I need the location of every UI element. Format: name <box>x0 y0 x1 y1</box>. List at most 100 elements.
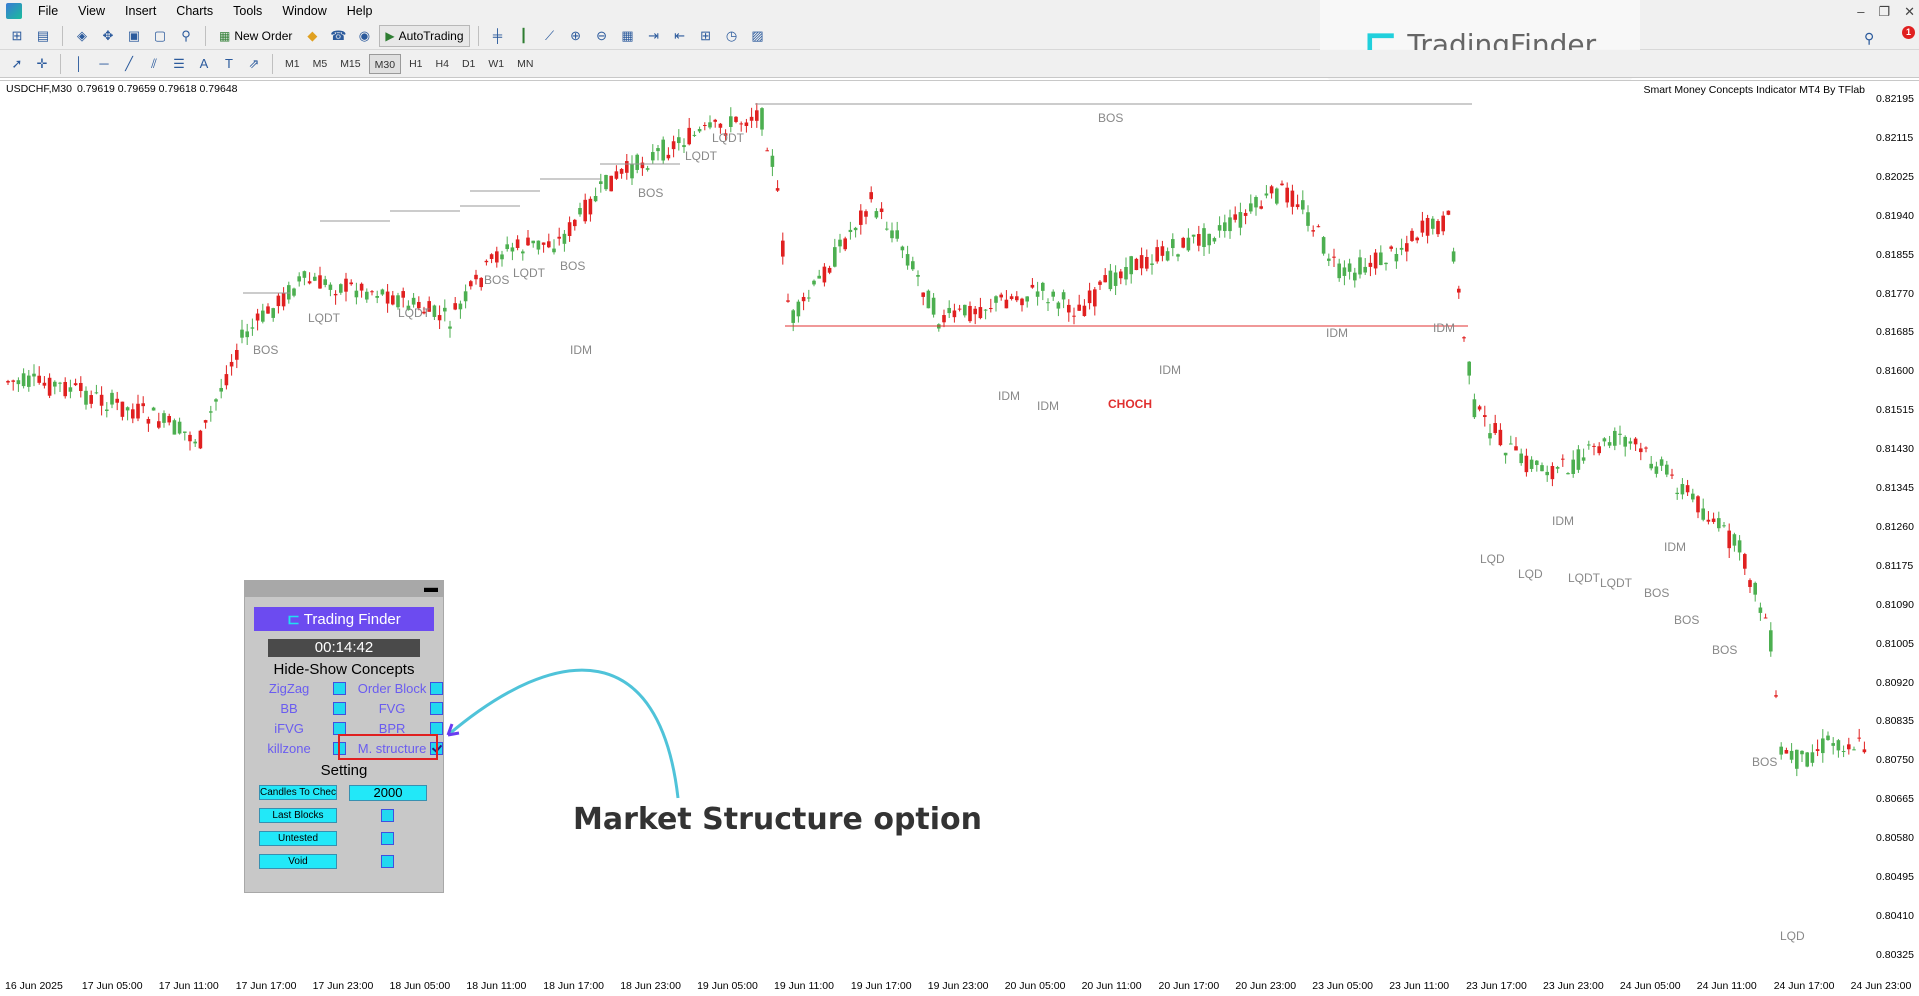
candle-body <box>1639 448 1643 453</box>
indicators-icon[interactable]: ⊞ <box>695 25 717 47</box>
tile-windows-icon[interactable]: ▦ <box>617 25 639 47</box>
candlestick-icon[interactable]: ┃ <box>513 25 535 47</box>
trendline-icon[interactable]: ╱ <box>118 53 140 75</box>
channel-icon[interactable]: ⫽ <box>143 53 165 75</box>
candle-body <box>661 139 665 161</box>
zigzag-checkbox[interactable] <box>333 682 346 695</box>
candle-body <box>552 248 556 253</box>
time-label: 24 Jun 05:00 <box>1619 980 1681 992</box>
untested-checkbox[interactable] <box>381 832 394 845</box>
line-chart-icon[interactable]: ⟋ <box>539 25 561 47</box>
market-icon[interactable]: ◉ <box>353 25 375 47</box>
text-icon[interactable]: A <box>193 53 215 75</box>
candle-body <box>27 375 31 387</box>
horizontal-line-icon[interactable]: ─ <box>93 53 115 75</box>
templates-icon[interactable]: ▨ <box>747 25 769 47</box>
timeframe-h1[interactable]: H1 <box>404 54 427 74</box>
candle-body <box>1290 190 1295 207</box>
panel-minimize-icon[interactable]: ▬ <box>424 580 438 594</box>
zoom-in-icon[interactable]: ⊕ <box>565 25 587 47</box>
candle-body <box>1269 186 1274 194</box>
candle-body <box>1529 459 1534 469</box>
menu-view[interactable]: View <box>68 0 115 22</box>
last-blocks-button[interactable]: Last Blocks <box>259 808 337 823</box>
fibonacci-icon[interactable]: ☰ <box>168 53 190 75</box>
candle-body <box>541 242 546 245</box>
market-watch-icon[interactable]: ◈ <box>71 25 93 47</box>
autotrading-button[interactable]: ▶ AutoTrading <box>379 24 470 47</box>
metaeditor-icon[interactable]: ◆ <box>301 25 323 47</box>
vertical-line-icon[interactable]: │ <box>68 53 90 75</box>
new-chart-icon[interactable]: ⊞ <box>6 25 28 47</box>
label-icon[interactable]: T <box>218 53 240 75</box>
arrows-icon[interactable]: ⇗ <box>243 53 265 75</box>
navigator-icon[interactable]: ✥ <box>97 25 119 47</box>
timeframe-h4[interactable]: H4 <box>431 54 454 74</box>
search-icon[interactable]: ⚲ <box>1864 30 1874 47</box>
timeframe-mn[interactable]: MN <box>512 54 538 74</box>
close-icon[interactable]: ✕ <box>1904 4 1915 20</box>
void-checkbox[interactable] <box>381 855 394 868</box>
menu-file[interactable]: File <box>28 0 68 22</box>
candle-body <box>978 307 983 319</box>
menu-window[interactable]: Window <box>272 0 336 22</box>
candle-body <box>807 297 811 299</box>
candle-body <box>578 207 582 215</box>
data-window-icon[interactable]: ▣ <box>123 25 145 47</box>
new-order-button[interactable]: ▦ New Order <box>214 25 297 47</box>
menu-insert[interactable]: Insert <box>115 0 166 22</box>
order-block-checkbox[interactable] <box>430 682 443 695</box>
minimize-icon[interactable]: – <box>1857 4 1864 20</box>
time-label: 19 Jun 23:00 <box>927 980 989 992</box>
candle-body <box>1165 251 1170 261</box>
restore-icon[interactable]: ❐ <box>1878 4 1890 20</box>
menu-charts[interactable]: Charts <box>166 0 223 22</box>
candle-body <box>515 239 520 248</box>
menu-help[interactable]: Help <box>337 0 383 22</box>
untested-button[interactable]: Untested <box>259 831 337 846</box>
candle-body <box>630 164 634 179</box>
candle-body <box>1030 284 1035 288</box>
chart-shift-icon[interactable]: ⇤ <box>669 25 691 47</box>
bb-checkbox[interactable] <box>333 702 346 715</box>
fvg-checkbox[interactable] <box>430 702 443 715</box>
timeframe-m15[interactable]: M15 <box>335 54 365 74</box>
profiles-icon[interactable]: ▤ <box>32 25 54 47</box>
menu-tools[interactable]: Tools <box>223 0 272 22</box>
timeframe-m5[interactable]: M5 <box>308 54 333 74</box>
cursor-icon[interactable]: ➚ <box>6 53 28 75</box>
candle-body <box>983 309 988 311</box>
last-blocks-checkbox[interactable] <box>381 809 394 822</box>
candle-body <box>1483 415 1487 418</box>
bar-chart-icon[interactable]: ╪ <box>487 25 509 47</box>
scroll-chart-icon[interactable]: ⇥ <box>643 25 665 47</box>
candle-body <box>614 171 619 179</box>
candles-to-check-button[interactable]: Candles To Check <box>259 785 337 800</box>
strategy-tester-icon[interactable]: ⚲ <box>175 25 197 47</box>
zoom-out-icon[interactable]: ⊖ <box>591 25 613 47</box>
periods-icon[interactable]: ◷ <box>721 25 743 47</box>
timeframe-m30[interactable]: M30 <box>368 53 402 74</box>
candle-body <box>526 237 530 246</box>
timeframe-d1[interactable]: D1 <box>457 54 480 74</box>
candle-body <box>151 407 156 411</box>
candles-to-check-input[interactable]: 2000 <box>349 784 427 801</box>
panel-logo: ⊏ Trading Finder <box>254 607 434 631</box>
price-axis[interactable]: 0.82195 0.82115 0.82025 0.81940 0.81855 0.817… <box>1868 81 1919 977</box>
void-button[interactable]: Void <box>259 854 337 869</box>
candle-body <box>489 254 494 259</box>
panel-titlebar[interactable]: ▬ <box>245 580 443 597</box>
timeframe-m1[interactable]: M1 <box>280 54 305 74</box>
timeframe-w1[interactable]: W1 <box>483 54 509 74</box>
crosshair-icon[interactable]: ✛ <box>31 53 53 75</box>
candle-body <box>781 240 785 257</box>
candle-body <box>1769 630 1773 652</box>
price-label: 0.82115 <box>1876 131 1914 144</box>
candle-body <box>411 297 416 305</box>
candle-body <box>1285 187 1289 203</box>
notification-icon[interactable]: 1 <box>1893 26 1915 46</box>
candle-body <box>1373 252 1378 269</box>
signals-icon[interactable]: ☎ <box>327 25 349 47</box>
terminal-icon[interactable]: ▢ <box>149 25 171 47</box>
candle-body <box>1410 230 1414 241</box>
